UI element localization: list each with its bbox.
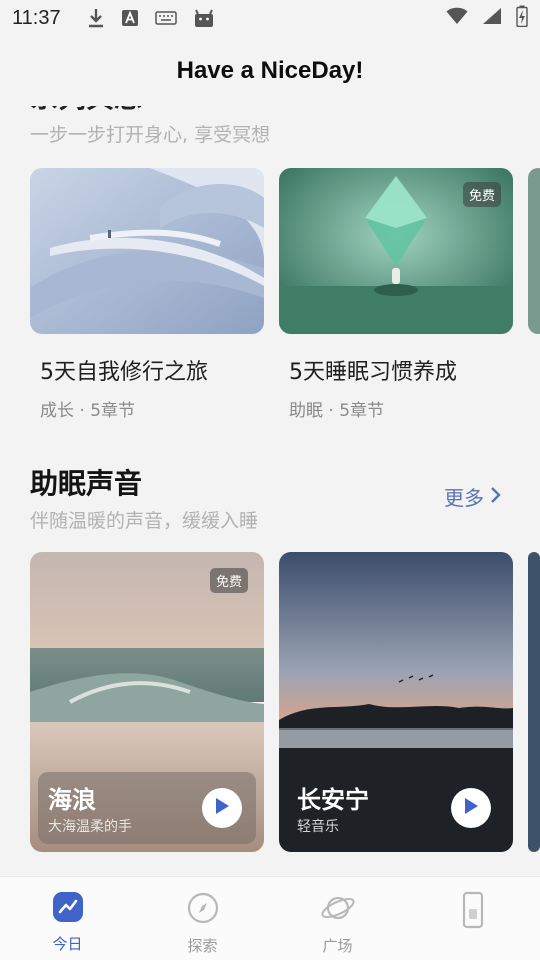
free-badge: 免费: [462, 182, 501, 207]
sound-card-peek[interactable]: [528, 552, 540, 852]
nav-label: 广场: [322, 937, 353, 955]
main-scroll-content[interactable]: 系列冥想 更多 一步一步打开身心, 享受冥想: [0, 106, 540, 876]
course-card-peek[interactable]: [528, 168, 540, 334]
sound-card[interactable]: 免费 海浪 大海温柔的手: [30, 552, 264, 852]
course-meta: 助眠 · 5章节: [289, 401, 385, 421]
nav-label: 今日: [52, 935, 83, 953]
bottom-nav: 今日 探索 广场: [0, 876, 540, 960]
wifi-icon: [446, 7, 468, 29]
course-meta: 成长 · 5章节: [40, 401, 136, 421]
nav-item-today[interactable]: 今日: [0, 877, 135, 960]
keyboard-icon: [154, 11, 177, 25]
sound-card[interactable]: 长安宁 轻音乐: [279, 552, 513, 852]
course-title: 5天睡眠习惯养成: [289, 360, 457, 385]
sound-subtitle: 大海温柔的手: [48, 819, 132, 835]
planet-icon: [320, 891, 356, 929]
page-title: Have a NiceDay!: [176, 57, 364, 84]
trend-icon: [52, 891, 84, 927]
free-badge: 免费: [209, 568, 248, 593]
sound-title: 海浪: [48, 786, 96, 814]
chevron-right-icon: [490, 485, 502, 509]
nav-item-explore[interactable]: 探索: [135, 877, 270, 960]
sound-title: 长安宁: [297, 786, 369, 814]
course-title: 5天自我修行之旅: [40, 360, 208, 385]
course-card[interactable]: 5天自我修行之旅 成长 · 5章节: [30, 168, 264, 421]
section-title: 助眠声音: [30, 467, 143, 500]
play-button[interactable]: [451, 788, 491, 828]
sound-info-panel: 长安宁 轻音乐: [287, 772, 505, 844]
phone-icon: [456, 891, 490, 935]
signal-icon: [482, 7, 502, 29]
play-icon: [463, 797, 479, 819]
nav-item-square[interactable]: 广场: [270, 877, 405, 960]
more-link-partial[interactable]: 更多: [444, 106, 484, 109]
course-image: [30, 168, 264, 334]
battery-icon: [516, 5, 528, 31]
section-subtitle: 一步一步打开身心, 享受冥想: [30, 124, 271, 146]
nav-item-device[interactable]: [405, 877, 540, 960]
section-subtitle: 伴随温暖的声音，缓缓入睡: [30, 510, 259, 532]
sound-image: [528, 552, 540, 852]
more-link-label: 更多: [444, 486, 484, 510]
text-a-icon: [121, 9, 139, 27]
more-link[interactable]: 更多: [444, 482, 502, 511]
play-button[interactable]: [202, 788, 242, 828]
sound-info-panel: 海浪 大海温柔的手: [38, 772, 256, 844]
course-image: [528, 168, 540, 334]
sound-subtitle: 轻音乐: [297, 819, 339, 835]
download-icon: [87, 8, 105, 28]
compass-icon: [186, 891, 220, 929]
status-bar: 11:37: [0, 0, 540, 36]
section-title-partial: 系列冥想: [30, 106, 142, 116]
android-icon: [193, 7, 215, 29]
nav-label: 探索: [187, 937, 218, 955]
course-card[interactable]: 免费 5天睡眠习惯养成 助眠 · 5章节: [279, 168, 513, 421]
course-card-row[interactable]: 5天自我修行之旅 成长 · 5章节 免费 5天睡眠习惯养成 助眠 · 5章节: [0, 168, 540, 428]
course-image: 免费: [279, 168, 513, 334]
play-icon: [214, 797, 230, 819]
status-time: 11:37: [12, 6, 61, 29]
app-header: Have a NiceDay!: [0, 36, 540, 106]
